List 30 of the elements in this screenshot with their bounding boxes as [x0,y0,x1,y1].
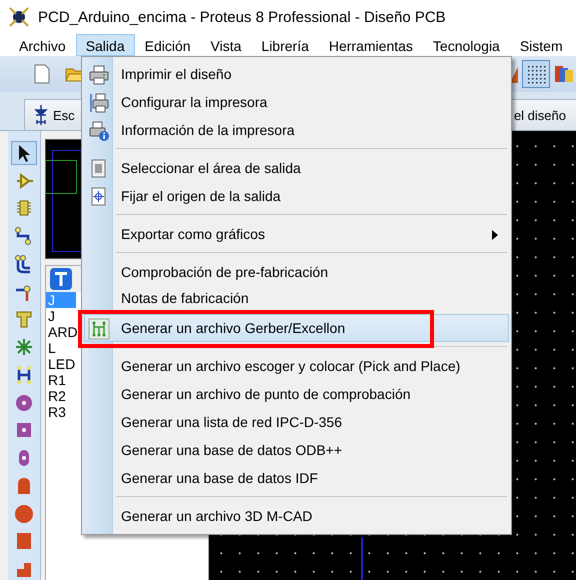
list-item[interactable]: ARD [46,324,76,340]
menu-entry[interactable]: Generar un archivo escoger y colocar (Pick and Place) [84,352,509,380]
menu-item[interactable]: Sistem [510,34,573,56]
menu-entry[interactable]: Exportar como gráficos [84,220,509,248]
menu-entry[interactable]: Generar un archivo de punto de comprobación [84,380,509,408]
menu-entry[interactable]: Seleccionar el área de salida [84,154,509,182]
menu-entry[interactable]: Imprimir el diseño [84,60,509,88]
list-item[interactable]: L [46,340,76,356]
menu-entry[interactable]: Generar un archivo Gerber/Excellon [84,314,509,342]
list-item[interactable]: R3 [46,404,76,420]
list-item[interactable]: R2 [46,388,76,404]
menu-entry[interactable]: Fijar el origen de la salida [84,182,509,210]
tab[interactable]: Esc [24,99,84,130]
menu-entry[interactable]: Generar una base de datos IDF [84,464,509,492]
menu-item[interactable]: Tecnologia [422,34,510,56]
menu-item[interactable]: Edición [134,34,201,56]
menu-item[interactable]: Archivo [9,34,76,56]
menu-entry[interactable]: Generar una base de datos ODB++ [84,436,509,464]
list-item[interactable]: R1 [46,372,76,388]
menu-item[interactable]: Herramientas [318,34,423,56]
menu-item[interactable]: Vista [200,34,252,56]
menu-entry[interactable]: Comprobación de pre-fabricación [84,258,509,286]
menu-entry[interactable]: Notas de fabricación [84,286,509,310]
menu-item[interactable]: Librería [251,34,319,56]
list-item[interactable]: J [46,308,76,324]
list-item[interactable]: LED [46,356,76,372]
menu-entry[interactable]: Generar una lista de red IPC-D-356 [84,408,509,436]
window-title: PCD_Arduino_encima - Proteus 8 Professional - Diseño PCB [38,8,446,26]
menu-item[interactable]: Salida [76,34,135,56]
menu-entry[interactable]: Generar un archivo 3D M-CAD [84,502,509,530]
